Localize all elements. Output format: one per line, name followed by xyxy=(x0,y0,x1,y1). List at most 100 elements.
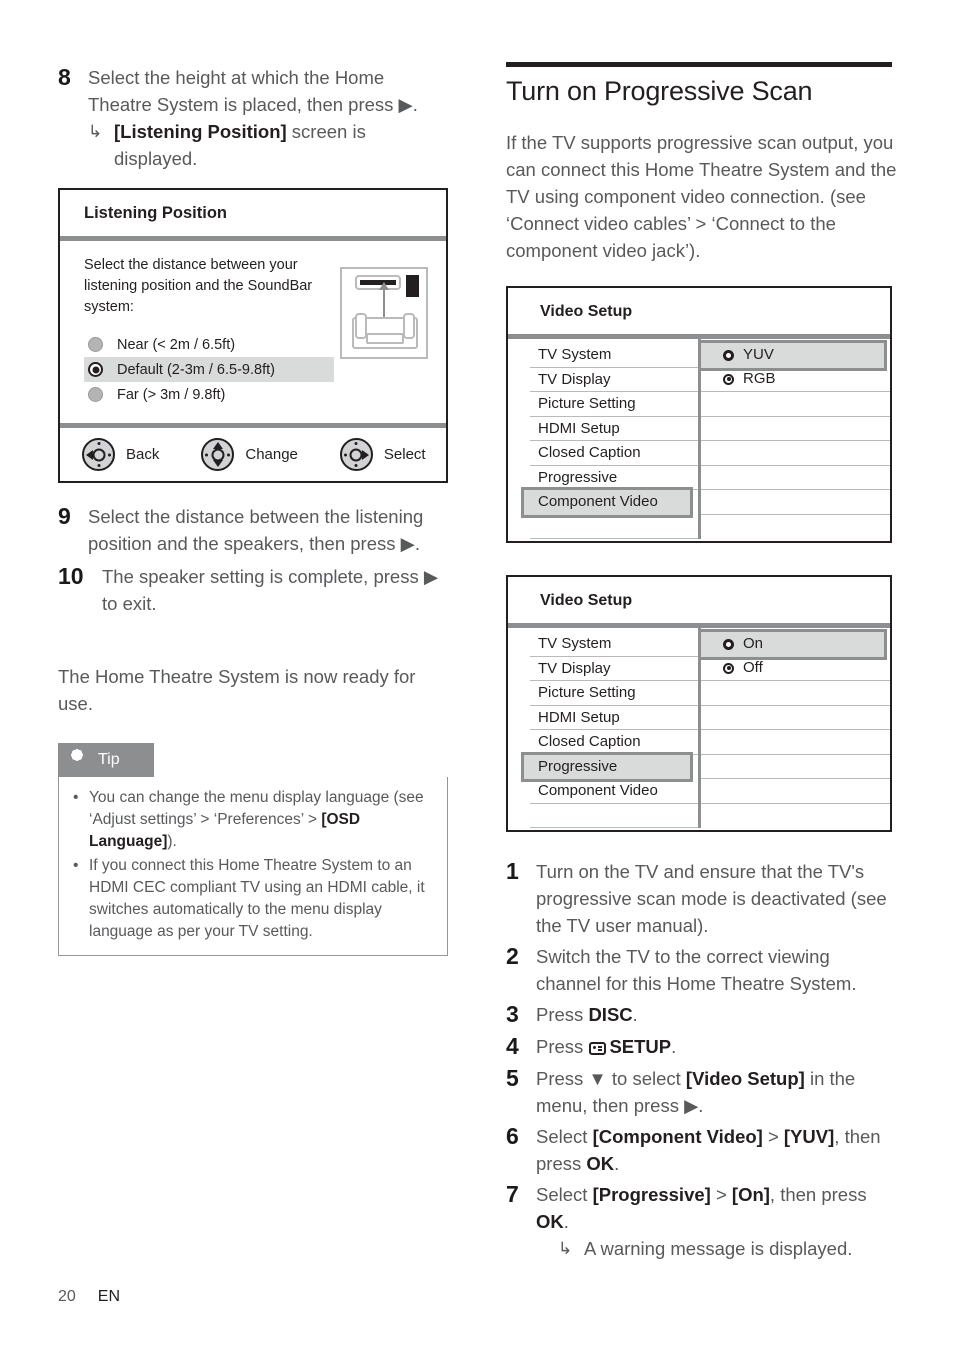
video-setup-dialog-1: Video Setup TV System TV Display Picture… xyxy=(506,286,892,543)
back-button[interactable]: Back xyxy=(82,438,159,471)
listening-position-body: Select the distance between your listeni… xyxy=(60,241,446,413)
menu-item-tv-display[interactable]: TV Display xyxy=(530,368,698,392)
menu-item-component-video[interactable]: Component Video xyxy=(530,779,698,804)
menu-item-picture-setting[interactable]: Picture Setting xyxy=(530,392,698,417)
progressive-ref: [Progressive] xyxy=(592,1184,711,1205)
step-6: 6 Select [Component Video] > [YUV], then… xyxy=(506,1121,898,1177)
menu-item-tv-system[interactable]: TV System xyxy=(530,632,698,657)
sofa-right-arm-icon xyxy=(403,313,415,339)
radio-on-icon[interactable] xyxy=(723,638,734,650)
video-setup-1-title: Video Setup xyxy=(540,303,633,320)
menu-item-closed-caption[interactable]: Closed Caption xyxy=(530,730,698,755)
step-8-text-tail: . xyxy=(412,94,418,115)
change-button[interactable]: Change xyxy=(201,438,298,471)
dpad-right-icon[interactable] xyxy=(339,438,373,471)
step-5-body: Press ▼ to select [Video Setup] in the m… xyxy=(536,1063,898,1119)
menu-item-tv-system[interactable]: TV System xyxy=(530,343,698,368)
soundbar-room-diagram-icon xyxy=(340,267,428,359)
step-9-text-tail: . xyxy=(414,533,421,554)
asterisk-icon xyxy=(66,748,88,771)
radio-rgb-icon[interactable] xyxy=(723,373,734,385)
radio-default-icon[interactable] xyxy=(88,362,103,377)
step-9-number: 9 xyxy=(58,503,71,529)
video-setup-2-options: On Off xyxy=(698,628,890,828)
setup-icon xyxy=(589,1042,607,1055)
language-code: EN xyxy=(97,1288,121,1305)
menu-item-picture-setting[interactable]: Picture Setting xyxy=(530,681,698,706)
change-button-label: Change xyxy=(245,446,298,463)
radio-near-icon[interactable] xyxy=(88,337,103,352)
step-1-number: 1 xyxy=(506,858,519,884)
tip-item-part2: ). xyxy=(167,833,177,850)
step-10-body: The speaker setting is complete, press ▶… xyxy=(102,561,450,617)
step-6-number: 6 xyxy=(506,1123,519,1149)
left-column: 8 Select the height at which the Home Th… xyxy=(58,62,450,956)
menu-item-component-video[interactable]: Component Video xyxy=(521,487,693,518)
step-7-body: Select [Progressive] > [On], then press … xyxy=(536,1179,898,1262)
step-7-substep-text: A warning message is displayed. xyxy=(584,1238,853,1259)
radio-off-icon[interactable] xyxy=(723,662,734,674)
option-yuv[interactable]: YUV xyxy=(698,340,887,371)
step-3-tail: . xyxy=(632,1004,638,1025)
video-setup-2-grid: TV System TV Display Picture Setting HDM… xyxy=(508,628,890,830)
option-on[interactable]: On xyxy=(698,629,887,660)
menu-item-progressive[interactable]: Progressive xyxy=(521,751,693,782)
menu-item-closed-caption[interactable]: Closed Caption xyxy=(530,441,698,466)
dpad-left-icon[interactable] xyxy=(82,438,115,471)
step-4-tail: . xyxy=(671,1036,677,1057)
right-column: Turn on Progressive Scan If the TV suppo… xyxy=(506,62,898,1264)
option-rgb[interactable]: RGB xyxy=(701,368,890,392)
option-rgb-label: RGB xyxy=(743,370,776,388)
step-10-text-tail: to exit. xyxy=(102,593,157,614)
menu-item-progressive[interactable]: Progressive xyxy=(530,466,698,490)
step-9-text: Select the distance between the listenin… xyxy=(88,506,424,554)
menu-item-hdmi-setup[interactable]: HDMI Setup xyxy=(530,706,698,730)
intro-paragraph: If the TV supports progressive scan outp… xyxy=(506,132,897,261)
option-row-empty xyxy=(701,681,890,706)
video-setup-dialog-2: Video Setup TV System TV Display Picture… xyxy=(506,575,892,832)
step-3: 3 Press DISC. xyxy=(506,999,898,1029)
step-8: 8 Select the height at which the Home Th… xyxy=(58,62,450,172)
tv-icon xyxy=(406,275,419,297)
listening-position-description: Select the distance between your listeni… xyxy=(84,257,313,315)
video-setup-1-menu: TV System TV Display Picture Setting HDM… xyxy=(508,339,698,539)
step-10: 10 The speaker setting is complete, pres… xyxy=(58,561,450,617)
bullet-icon: • xyxy=(73,789,79,806)
menu-item-hdmi-setup[interactable]: HDMI Setup xyxy=(530,417,698,441)
menu-item-tv-display[interactable]: TV Display xyxy=(530,657,698,681)
step-6-mid: > xyxy=(762,1126,784,1147)
step-2-number: 2 xyxy=(506,943,519,969)
step-7-tail: , then press xyxy=(769,1184,867,1205)
step-5-number: 5 xyxy=(506,1065,519,1091)
step-9: 9 Select the distance between the listen… xyxy=(58,501,450,557)
option-off[interactable]: Off xyxy=(701,657,890,681)
sofa-icon xyxy=(352,313,418,349)
radio-yuv-icon[interactable] xyxy=(723,349,734,361)
closing-paragraph: The Home Theatre System is now ready for… xyxy=(58,666,416,714)
option-near[interactable]: Near (< 2m / 6.5ft) xyxy=(84,332,334,357)
dpad-updown-icon[interactable] xyxy=(201,438,235,471)
video-setup-2-menu: TV System TV Display Picture Setting HDM… xyxy=(508,628,698,828)
hook-arrow-icon: ↳ xyxy=(558,1239,573,1258)
step-7-substep: ↳ A warning message is displayed. xyxy=(558,1235,898,1262)
option-far[interactable]: Far (> 3m / 9.8ft) xyxy=(84,382,334,407)
step-10-number: 10 xyxy=(58,563,84,589)
back-button-label: Back xyxy=(126,446,160,463)
step-7-text: Select xyxy=(536,1184,593,1205)
select-button[interactable]: Select xyxy=(339,438,426,471)
step-1-body: Turn on the TV and ensure that the TV's … xyxy=(536,861,887,936)
option-default[interactable]: Default (2-3m / 6.5-9.8ft) xyxy=(84,357,334,382)
yuv-ref: [YUV] xyxy=(783,1126,835,1147)
radio-far-icon[interactable] xyxy=(88,387,103,402)
step-2-body: Switch the TV to the correct viewing cha… xyxy=(536,946,857,994)
select-button-label: Select xyxy=(383,446,426,463)
manual-page: 8 Select the height at which the Home Th… xyxy=(0,0,954,1350)
section-rule xyxy=(506,62,892,67)
option-row-empty xyxy=(701,779,890,804)
step-9-body: Select the distance between the listenin… xyxy=(88,501,450,557)
step-3-body: Press DISC. xyxy=(536,999,898,1028)
video-setup-1-options: YUV RGB xyxy=(698,339,890,539)
bullet-icon: • xyxy=(73,857,79,874)
option-row-empty xyxy=(701,466,890,490)
step-3-number: 3 xyxy=(506,1001,519,1027)
